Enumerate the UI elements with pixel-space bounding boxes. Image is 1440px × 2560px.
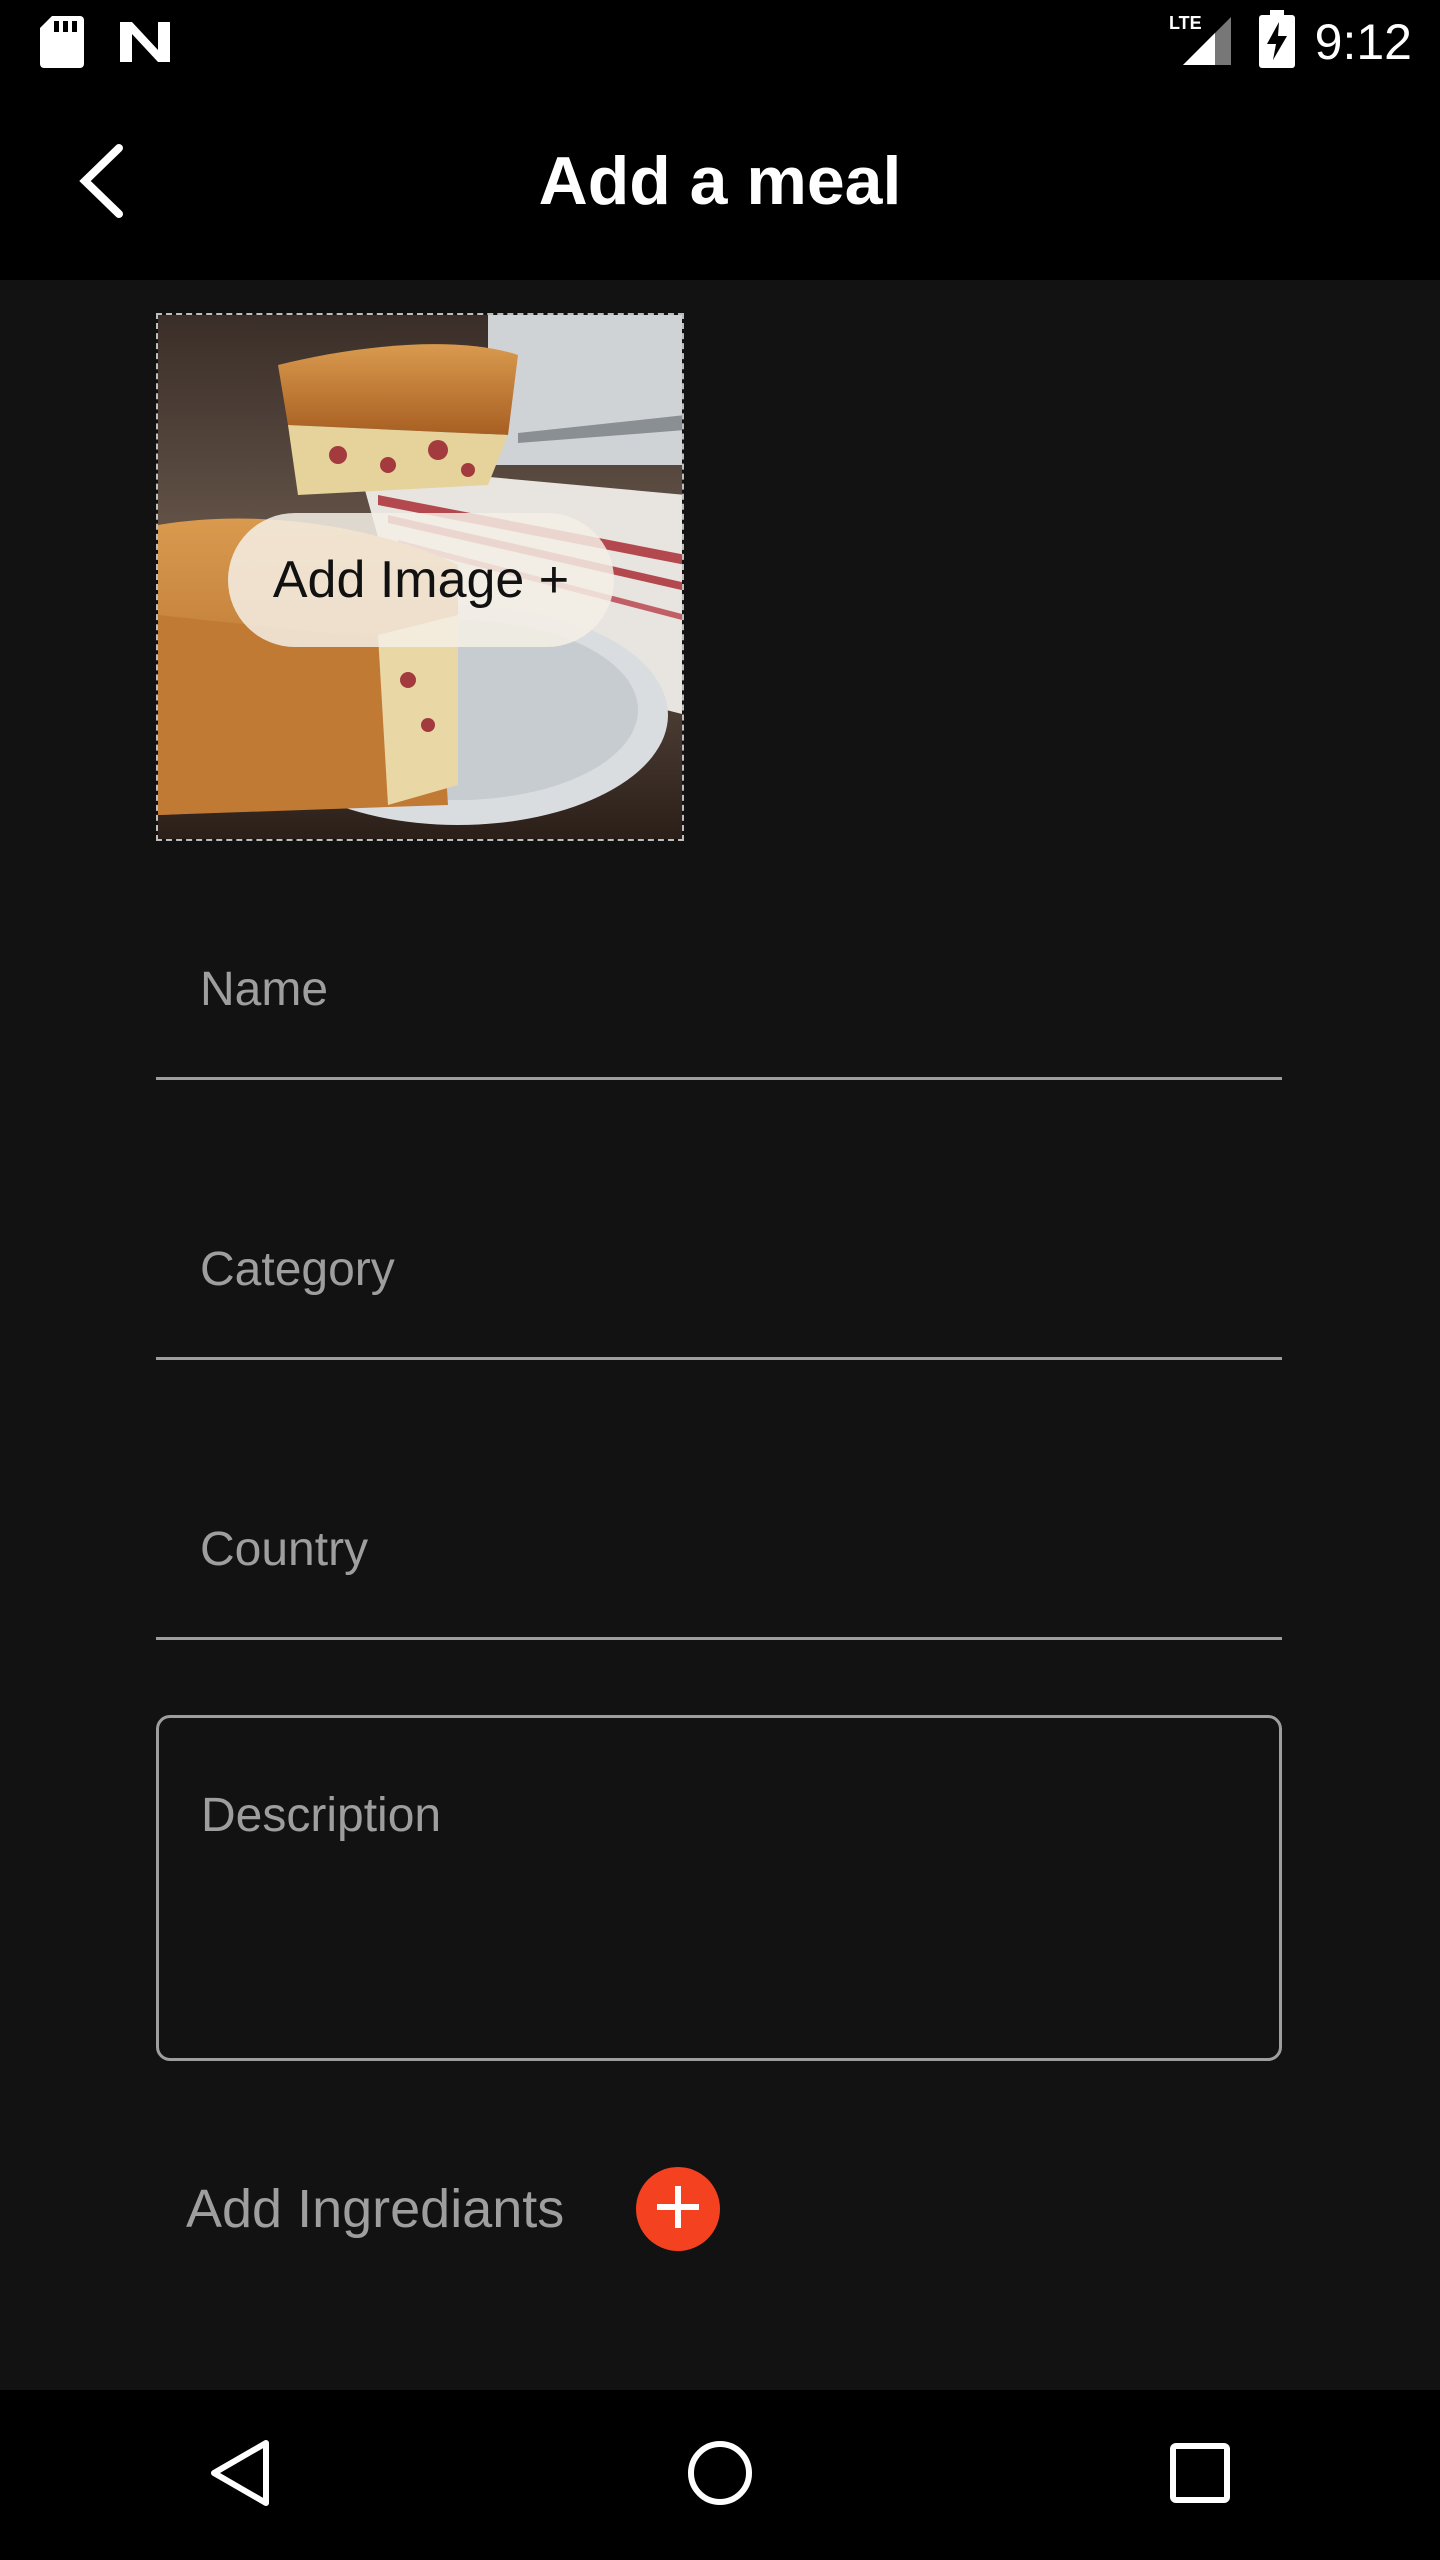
- category-input[interactable]: [200, 1242, 1240, 1297]
- plus-circle-icon: [653, 2182, 703, 2237]
- back-triangle-icon: [208, 2438, 272, 2513]
- battery-charging-icon: [1258, 10, 1295, 73]
- description-input[interactable]: [201, 1788, 1241, 2028]
- n-notification-icon: [118, 20, 172, 69]
- nav-back-button[interactable]: [160, 2405, 320, 2545]
- description-field[interactable]: [156, 1715, 1282, 2061]
- status-time: 9:12: [1314, 13, 1412, 70]
- country-input[interactable]: [200, 1522, 1240, 1577]
- ingredients-row: Add Ingrediants: [186, 2167, 721, 2251]
- svg-text:LTE: LTE: [1169, 13, 1202, 33]
- app-bar: Add a meal: [0, 84, 1440, 280]
- add-image-button[interactable]: Add Image +: [228, 513, 614, 647]
- sd-card-icon: [40, 16, 84, 73]
- status-bar: LTE 9:12: [0, 0, 1440, 84]
- recents-square-icon: [1168, 2441, 1232, 2510]
- add-meal-form: Add Image + Add Ingrediants: [0, 280, 1440, 2390]
- name-field[interactable]: [156, 920, 1282, 1080]
- image-picker[interactable]: Add Image +: [156, 313, 684, 841]
- nav-recents-button[interactable]: [1120, 2405, 1280, 2545]
- country-field[interactable]: [156, 1480, 1282, 1640]
- system-nav-bar: [0, 2390, 1440, 2560]
- category-field[interactable]: [156, 1200, 1282, 1360]
- lte-signal-icon: LTE: [1169, 11, 1239, 72]
- page-title: Add a meal: [538, 143, 902, 219]
- nav-home-button[interactable]: [640, 2405, 800, 2545]
- add-ingredient-button[interactable]: [636, 2167, 721, 2251]
- name-input[interactable]: [200, 962, 1240, 1017]
- home-circle-icon: [685, 2438, 755, 2513]
- ingredients-label: Add Ingrediants: [186, 2179, 565, 2239]
